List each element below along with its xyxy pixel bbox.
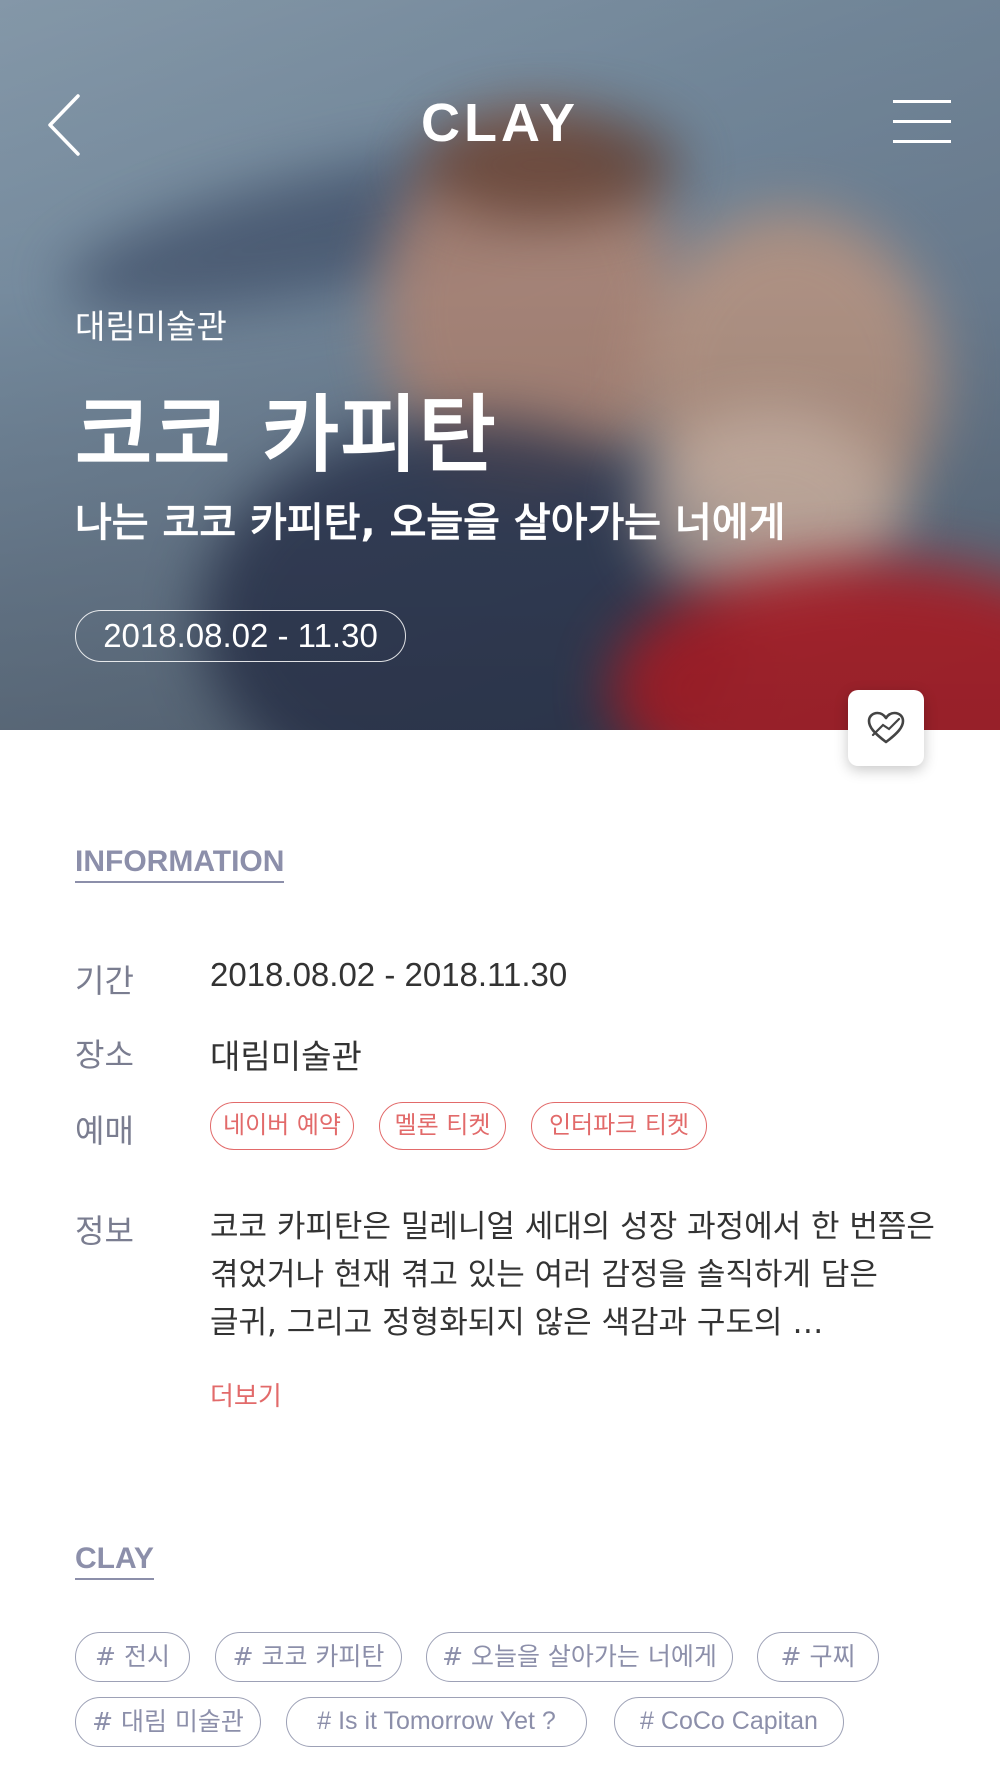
read-more-link[interactable]: 더보기 — [210, 1376, 282, 1413]
heart-icon — [867, 711, 905, 744]
tag-chip[interactable]: # 구찌 — [757, 1632, 879, 1682]
exhibition-description: 코코 카피탄은 밀레니얼 세대의 성장 과정에서 한 번쯤은 겪었거나 현재 겪… — [210, 1203, 935, 1347]
tag-chip[interactable]: # 전시 — [75, 1632, 190, 1682]
info-label: 정보 — [75, 1212, 134, 1250]
description-line: 코코 카피탄은 밀레니얼 세대의 성장 과정에서 한 번쯤은 — [210, 1209, 935, 1245]
booking-label: 예매 — [75, 1112, 134, 1150]
period-label: 기간 — [75, 962, 134, 1000]
hero-venue: 대림미술관 — [75, 307, 227, 346]
top-navigation-bar: CLAY — [0, 0, 1000, 250]
tag-chip[interactable]: # Is it Tomorrow Yet ? — [286, 1697, 587, 1747]
tag-chip[interactable]: # 코코 카피탄 — [215, 1632, 402, 1682]
menu-button[interactable] — [893, 100, 951, 148]
description-line: 글귀, 그리고 정형화되지 않은 색감과 구도의 … — [210, 1305, 824, 1341]
clay-section-title: CLAY — [75, 1542, 154, 1580]
exhibition-title: 코코 카피탄 — [75, 386, 497, 484]
place-label: 장소 — [75, 1036, 134, 1074]
information-section-title: INFORMATION — [75, 845, 285, 883]
period-value: 2018.08.02 - 2018.11.30 — [210, 956, 568, 993]
place-value: 대림미술관 — [210, 1037, 362, 1076]
exhibition-subtitle: 나는 코코 카피탄, 오늘을 살아가는 너에게 — [75, 500, 786, 546]
melon-ticket-link[interactable]: 멜론 티켓 — [379, 1102, 506, 1150]
date-range-badge: 2018.08.02 - 11.30 — [75, 610, 406, 662]
tag-chip[interactable]: # 대림 미술관 — [75, 1697, 261, 1747]
interpark-ticket-link[interactable]: 인터파크 티켓 — [531, 1102, 707, 1150]
app-logo[interactable]: CLAY — [0, 92, 1000, 154]
description-line: 겪었거나 현재 겪고 있는 여러 감정을 솔직하게 담은 — [210, 1257, 878, 1293]
hero-banner: CLAY 대림미술관 코코 카피탄 나는 코코 카피탄, 오늘을 살아가는 너에… — [0, 0, 1000, 730]
naver-booking-link[interactable]: 네이버 예약 — [210, 1102, 354, 1150]
hamburger-menu-icon — [893, 100, 951, 143]
like-button[interactable] — [848, 690, 924, 766]
tag-chip[interactable]: # 오늘을 살아가는 너에게 — [426, 1632, 733, 1682]
tag-chip[interactable]: # CoCo Capitan — [614, 1697, 844, 1747]
